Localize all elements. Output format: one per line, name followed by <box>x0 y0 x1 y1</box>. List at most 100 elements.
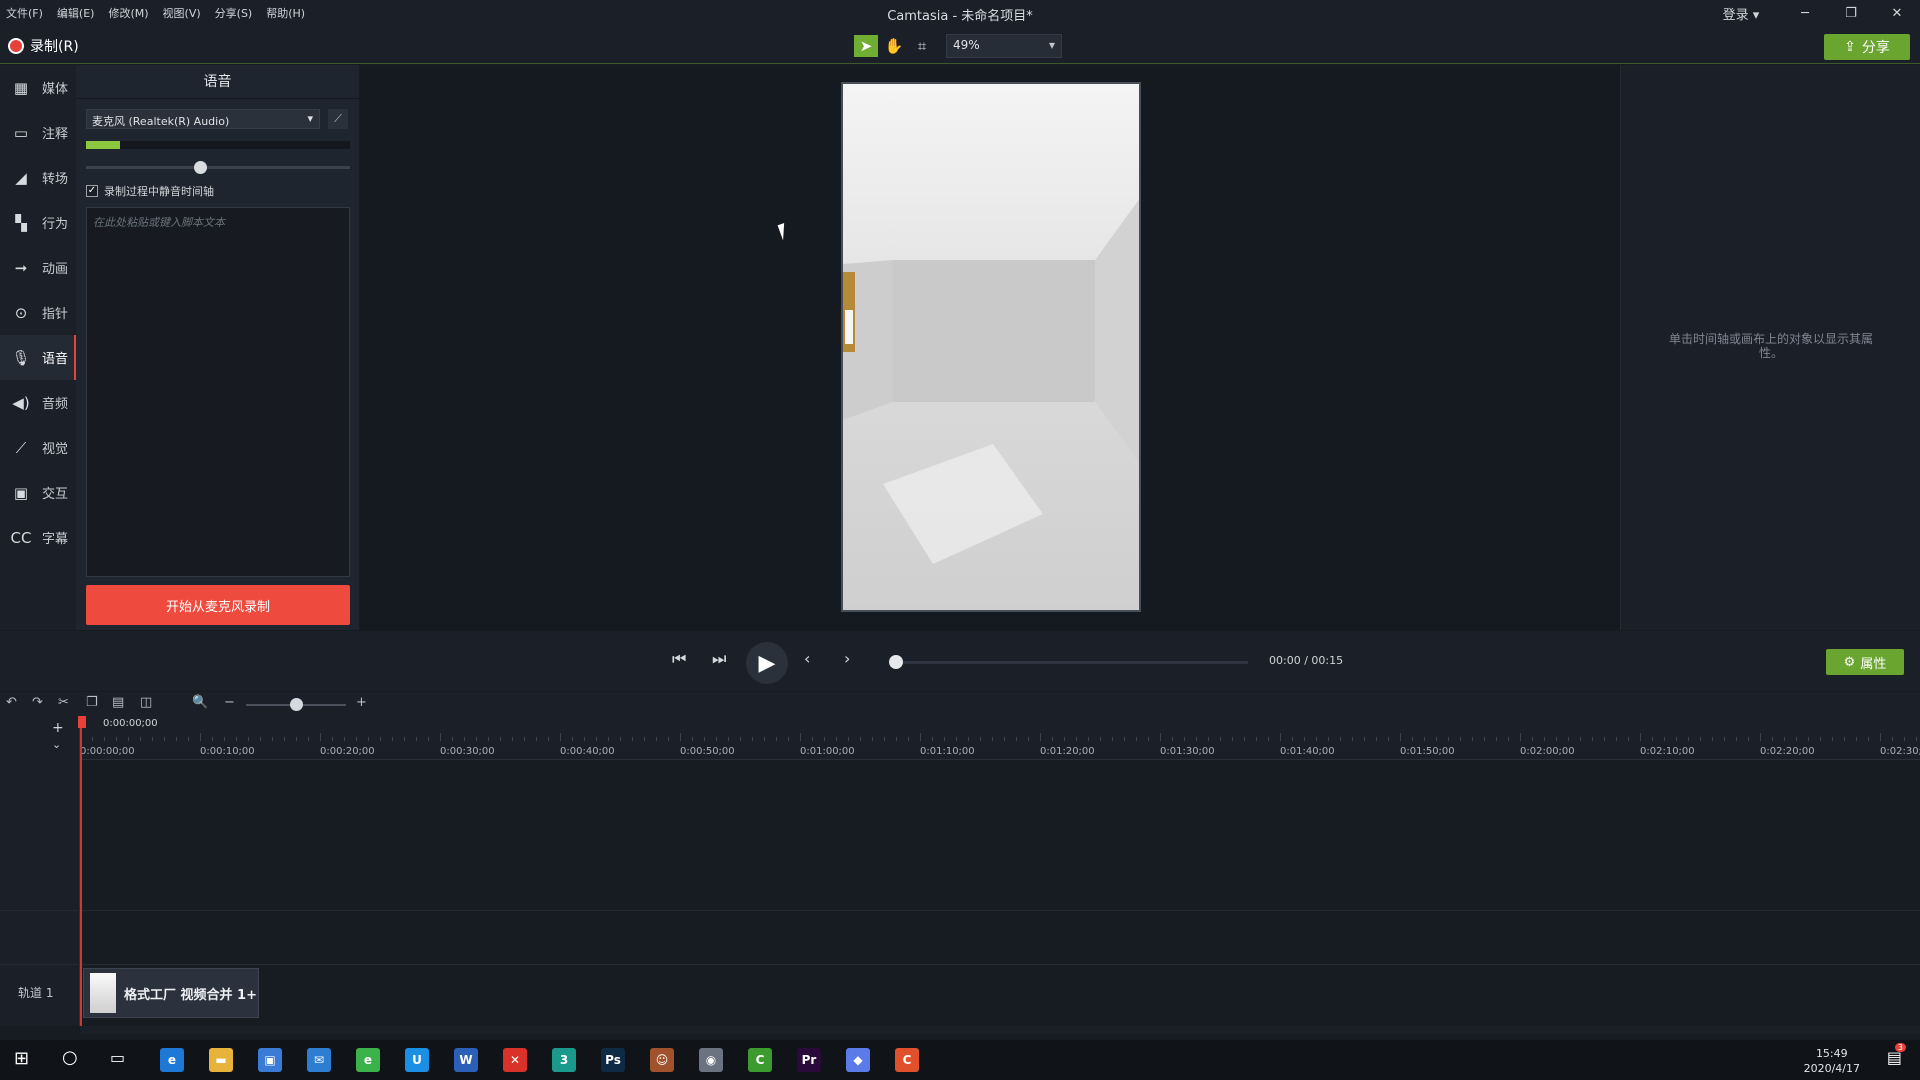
app-cube-icon[interactable]: ◆ <box>846 1048 870 1072</box>
step-back-icon[interactable]: ⏮ <box>672 649 686 669</box>
ruler-tick <box>128 737 129 741</box>
word-icon[interactable]: W <box>454 1048 478 1072</box>
ruler-tick <box>1904 737 1905 741</box>
collapse-icon[interactable]: ⌄ <box>52 738 61 751</box>
login-button[interactable]: 登录 ▾ <box>1718 4 1764 23</box>
ruler-tick <box>1808 737 1809 741</box>
volume-slider[interactable] <box>86 161 350 174</box>
sidebar-item-cc[interactable]: CC 字幕 <box>0 515 76 560</box>
zoom-in-icon[interactable]: + <box>356 695 367 710</box>
select-tool-icon[interactable]: ➤ <box>854 35 878 57</box>
media-clip[interactable]: 格式工厂 视频合并 1+ <box>83 968 259 1018</box>
zoom-out-icon[interactable]: − <box>224 695 235 710</box>
app-x-icon[interactable]: ✕ <box>503 1048 527 1072</box>
playhead-handle[interactable] <box>78 716 86 728</box>
camtasia-icon[interactable]: C <box>895 1048 919 1072</box>
previous-marker-icon[interactable]: ‹ <box>804 649 810 668</box>
browser-icon[interactable]: e <box>356 1048 380 1072</box>
ruler-tick <box>548 737 549 741</box>
volume-slider-knob[interactable] <box>193 161 207 174</box>
ruler-label: 0:01:30;00 <box>1160 746 1215 757</box>
ruler-tick <box>380 737 381 741</box>
task-view-icon[interactable]: ▭ <box>110 1048 125 1067</box>
sidebar-item-label: 字幕 <box>42 532 69 547</box>
crop-tool-icon[interactable]: ⌗ <box>910 35 934 57</box>
script-textarea[interactable]: 在此处粘贴或键入脚本文本 <box>86 207 350 577</box>
sidebar-item-animation[interactable]: ➞ 动画 <box>0 245 76 290</box>
zoom-select[interactable]: 49% <box>946 34 1062 58</box>
microphone-select[interactable]: 麦克风 (Realtek(R) Audio) <box>86 109 320 129</box>
share-button[interactable]: ⇪ 分享 <box>1824 34 1910 60</box>
timeline-scrollbar[interactable] <box>80 1026 1920 1034</box>
ruler-tick <box>1124 737 1125 741</box>
ruler-label: 0:02:10;00 <box>1640 746 1695 757</box>
search-icon[interactable]: ○ <box>62 1047 78 1068</box>
ruler-tick <box>1208 737 1209 741</box>
ruler-tick <box>1232 737 1233 741</box>
edge-icon[interactable]: e <box>160 1048 184 1072</box>
paste-icon[interactable]: ▤ <box>112 695 124 710</box>
mic-settings-icon[interactable]: ⟋ <box>328 109 348 129</box>
app-u-icon[interactable]: U <box>405 1048 429 1072</box>
ruler-tick <box>680 733 681 741</box>
ruler-tick <box>1736 737 1737 741</box>
video-preview-frame[interactable] <box>841 82 1141 612</box>
scrub-bar[interactable] <box>896 661 1248 664</box>
canvas[interactable] <box>360 65 1620 630</box>
sidebar-item-interact[interactable]: ▣ 交互 <box>0 470 76 515</box>
minimize-icon[interactable]: ─ <box>1782 6 1828 21</box>
undo-icon[interactable]: ↶ <box>6 695 17 710</box>
properties-button[interactable]: ⚙ 属性 <box>1826 649 1904 675</box>
premiere-icon[interactable]: Pr <box>797 1048 821 1072</box>
system-clock[interactable]: 15:49 2020/4/17 <box>1804 1046 1860 1076</box>
record-button[interactable]: 录制(R) <box>8 36 79 56</box>
play-icon[interactable]: ▶ <box>746 642 788 684</box>
game-icon[interactable]: ☺ <box>650 1048 674 1072</box>
ruler-tick <box>560 733 561 741</box>
step-forward-icon[interactable]: ⏭ <box>712 649 726 669</box>
ruler-tick <box>800 733 801 741</box>
add-track-icon[interactable]: + <box>52 720 64 736</box>
start-mic-recording-button[interactable]: 开始从麦克风录制 <box>86 585 350 625</box>
cut-icon[interactable]: ✂ <box>58 695 69 710</box>
timeline-zoom-knob[interactable] <box>290 698 303 711</box>
camtasia-green-icon[interactable]: C <box>748 1048 772 1072</box>
ruler-tick <box>1136 737 1137 741</box>
window-title: Camtasia - 未命名项目* <box>887 9 1033 24</box>
pan-tool-icon[interactable]: ✋ <box>882 35 906 57</box>
sidebar-item-callout[interactable]: ▭ 注释 <box>0 110 76 155</box>
sidebar-item-microphone[interactable]: 🎙 语音 <box>0 335 76 380</box>
track-headers: + ⌄ 轨道 1 <box>0 716 80 1026</box>
sidebar-item-cursor[interactable]: ⊙ 指针 <box>0 290 76 335</box>
redo-icon[interactable]: ↷ <box>32 695 43 710</box>
mute-timeline-option[interactable]: ✓ 录制过程中静音时间轴 <box>86 183 214 199</box>
playhead[interactable] <box>80 716 82 1026</box>
app-3-icon[interactable]: 3 <box>552 1048 576 1072</box>
photoshop-icon[interactable]: Ps <box>601 1048 625 1072</box>
copy-icon[interactable]: ❐ <box>86 695 98 710</box>
ruler-tick <box>1520 733 1521 741</box>
panel-title: 语音 <box>76 65 359 99</box>
zoom-search-icon[interactable]: 🔍 <box>192 695 208 710</box>
next-marker-icon[interactable]: › <box>844 649 850 668</box>
split-icon[interactable]: ◫ <box>140 695 152 710</box>
ruler-tick <box>332 737 333 741</box>
ruler-tick <box>764 737 765 741</box>
mute-checkbox[interactable]: ✓ <box>86 185 98 197</box>
sidebar-item-film[interactable]: ▦ 媒体 <box>0 65 76 110</box>
restore-icon[interactable]: ❐ <box>1828 6 1874 21</box>
time-ruler[interactable]: 0:00:00;00 0:00:10;00 0:00:20;00 0:00:30;00… <box>80 716 1920 760</box>
store-icon[interactable]: ▣ <box>258 1048 282 1072</box>
ruler-tick <box>1496 737 1497 741</box>
app-cat-icon[interactable]: ◉ <box>699 1048 723 1072</box>
close-icon[interactable]: ✕ <box>1874 6 1920 21</box>
sidebar-item-transition[interactable]: ◢ 转场 <box>0 155 76 200</box>
folder-icon[interactable]: ▬ <box>209 1048 233 1072</box>
scrub-handle[interactable] <box>889 655 903 669</box>
sidebar-item-wand[interactable]: ⟋ 视觉 <box>0 425 76 470</box>
sidebar-item-behavior[interactable]: ▚ 行为 <box>0 200 76 245</box>
sidebar-item-speaker[interactable]: ◀) 音频 <box>0 380 76 425</box>
windows-start-icon[interactable]: ⊞ <box>14 1048 29 1069</box>
ruler-tick <box>260 737 261 741</box>
mail-icon[interactable]: ✉ <box>307 1048 331 1072</box>
